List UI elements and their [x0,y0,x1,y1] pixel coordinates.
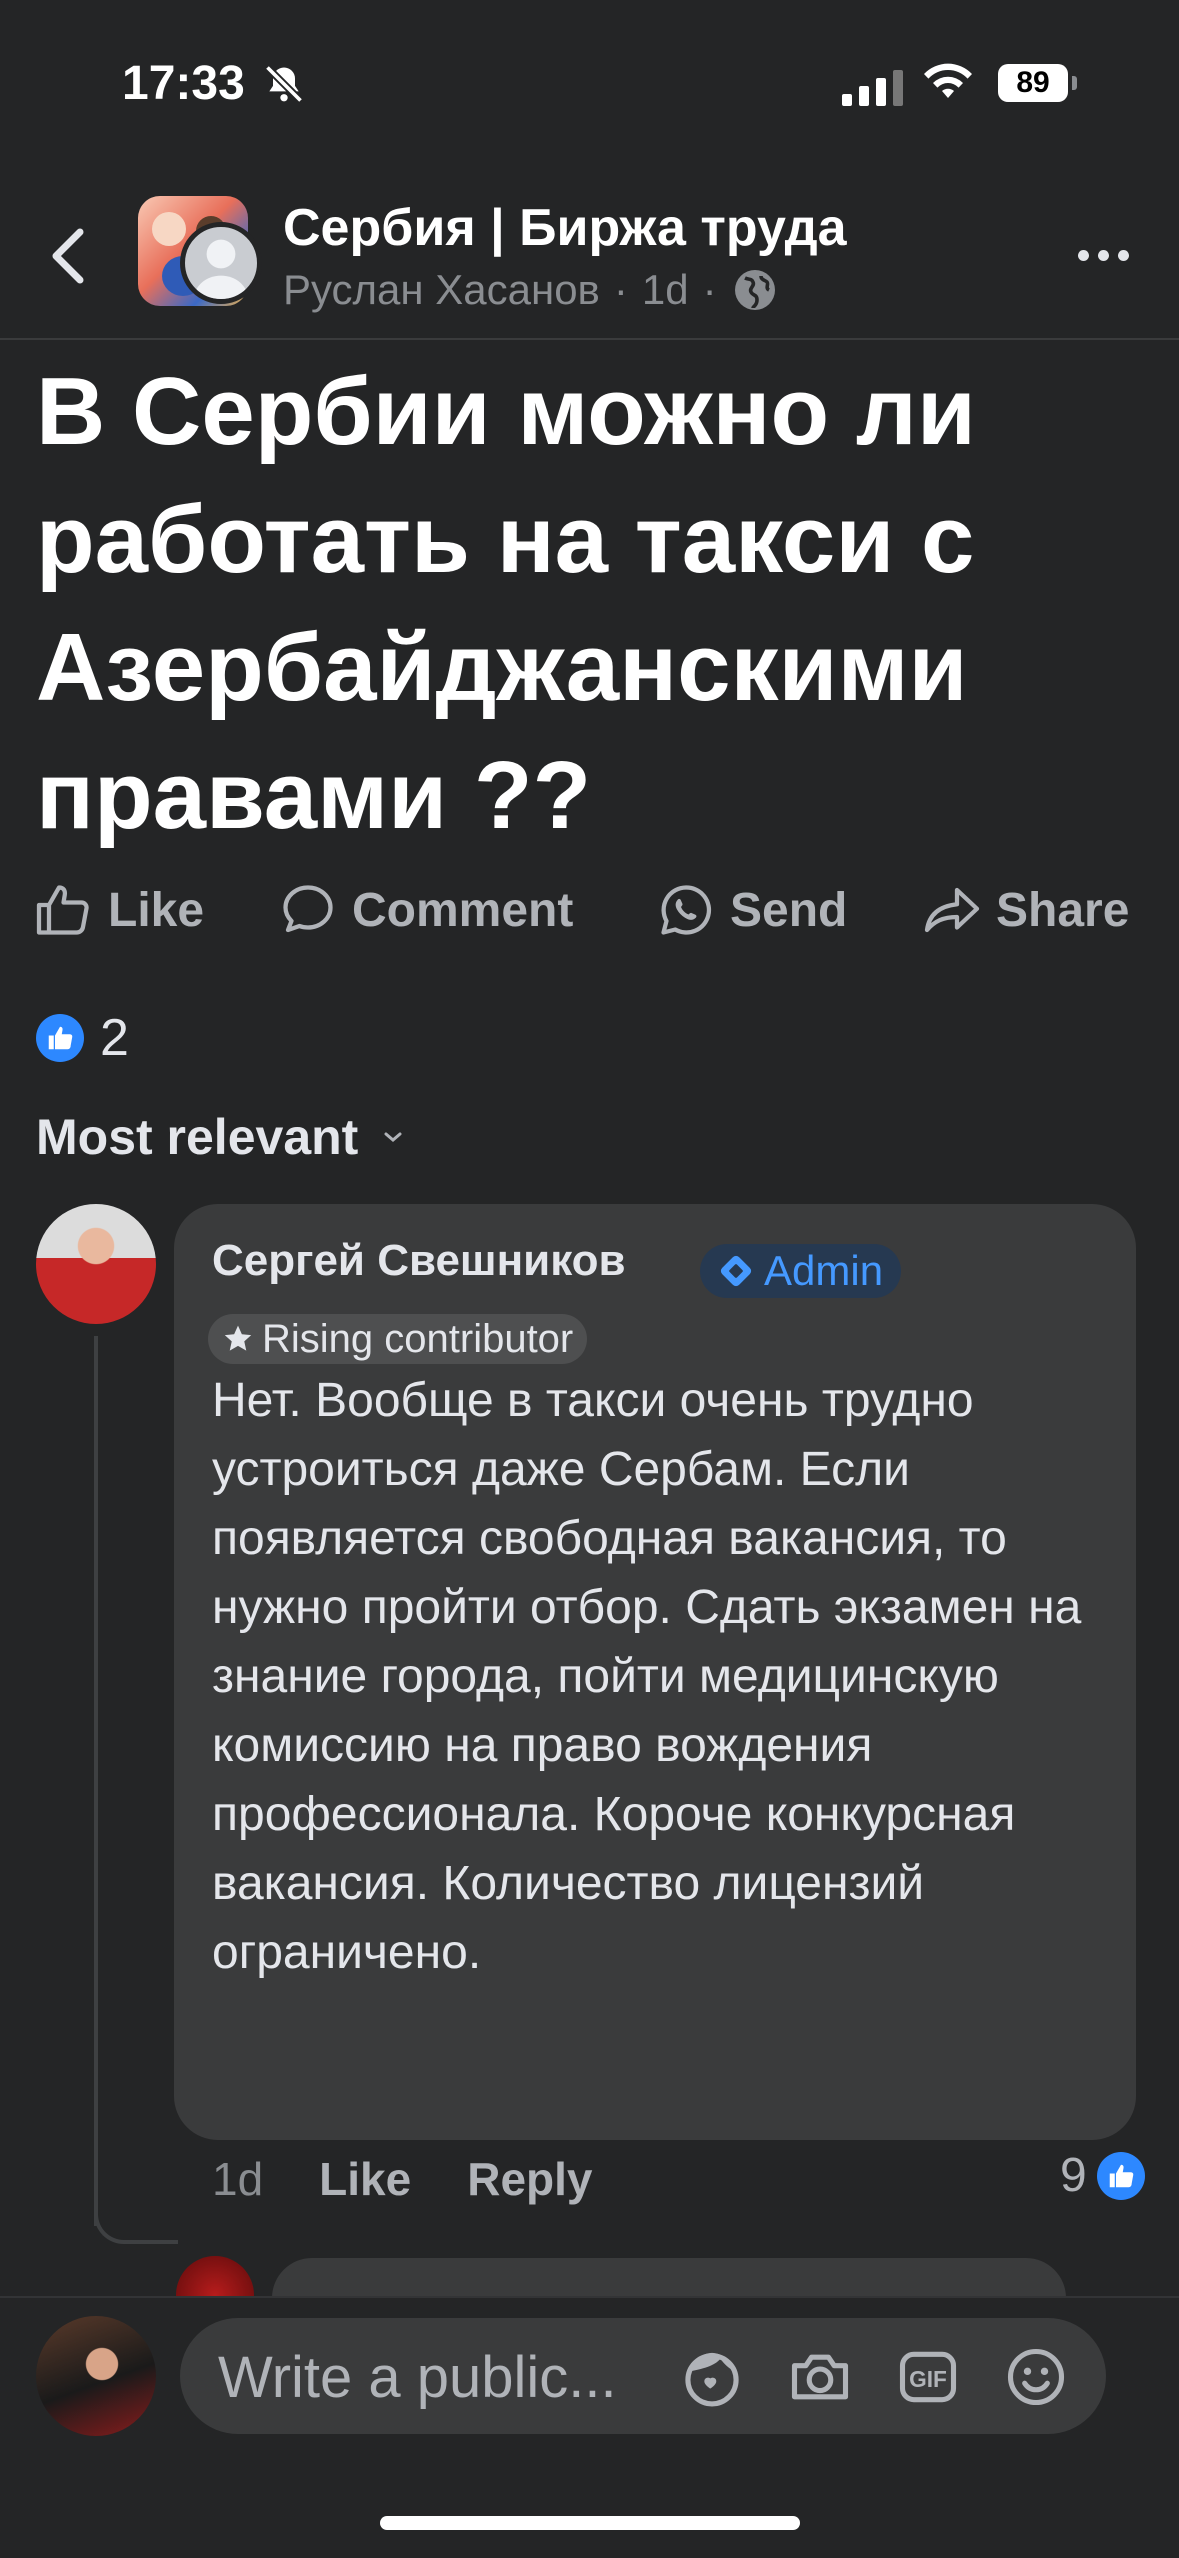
battery-tip [1072,76,1077,90]
status-time: 17:33 [122,57,245,110]
thread-connector [94,2190,178,2244]
share-button[interactable]: Share [922,880,1129,940]
like-reaction-icon [36,1014,84,1062]
thumbs-up-icon [36,885,89,935]
admin-shield-icon [720,1255,752,1287]
comment-sort-dropdown[interactable]: Most relevant [36,1108,404,1166]
comment-input-placeholder: Write a public... [218,2345,617,2410]
comment-text: Нет. Вообще в такси очень трудно устроит… [212,1374,1082,1979]
like-button[interactable]: Like [34,880,204,940]
comment-like-button[interactable]: Like [319,2152,411,2206]
reaction-summary[interactable]: 2 [36,1008,129,1068]
post-byline: Руслан Хасанов · 1d · [283,266,779,314]
gif-icon[interactable]: GIF [894,2343,962,2411]
author-avatar[interactable] [180,222,262,304]
commenter-name[interactable]: Сергей Свешников [212,1236,626,1286]
byline-separator: · [613,266,628,313]
avatar-sticker-icon[interactable] [678,2343,746,2411]
send-label: Send [730,883,848,937]
like-reaction-icon [1096,2151,1145,2200]
signal-icon [842,66,903,106]
comment-button[interactable]: Comment [278,880,573,940]
home-indicator [380,2516,800,2530]
header-divider [0,338,1179,340]
group-name[interactable]: Сербия | Биржа труда [283,198,847,258]
admin-badge-label: Admin [764,1247,884,1294]
back-arrow-icon[interactable] [48,226,88,286]
byline-separator: · [702,266,717,313]
wifi-icon [924,63,972,98]
comment-icon [283,885,333,933]
thread-line [94,1336,98,2226]
camera-icon[interactable] [786,2343,854,2411]
share-label: Share [996,883,1130,937]
admin-badge: Admin [700,1244,902,1298]
my-avatar[interactable] [36,2316,156,2436]
chevron-down-icon [384,1132,402,1142]
commenter-avatar[interactable] [36,1204,156,1324]
comment-label: Comment [352,883,574,937]
reaction-count: 2 [100,1009,129,1067]
post-actions: Like Comment Send Share [0,880,1179,960]
sort-label: Most relevant [36,1109,359,1165]
contributor-badge-label: Rising contributor [262,1316,574,1361]
post-title: В Сербии можно ли работать на такси с Аз… [36,358,976,849]
svg-text:GIF: GIF [909,2366,947,2392]
send-button[interactable]: Send [656,880,847,940]
comment-reply-button[interactable]: Reply [467,2152,592,2206]
comment-like-count: 9 [1060,2149,1087,2202]
emoji-icon[interactable] [1002,2343,1070,2411]
comment-age: 1d [212,2153,264,2205]
person-icon [194,239,248,299]
post-age: 1d [641,266,689,313]
author-name[interactable]: Руслан Хасанов [283,266,600,314]
star-icon [224,1325,252,1351]
bell-off-icon [264,64,304,104]
contributor-badge: Rising contributor [208,1314,588,1364]
more-options-icon[interactable] [1078,250,1129,261]
comment-meta: 1d Like Reply [212,2152,592,2206]
battery-indicator: 89 [998,64,1068,102]
comment-reactions[interactable]: 9 [1060,2148,1145,2203]
share-icon [924,887,980,933]
globe-icon [734,270,775,310]
like-label: Like [108,883,205,937]
whatsapp-icon [661,885,712,935]
